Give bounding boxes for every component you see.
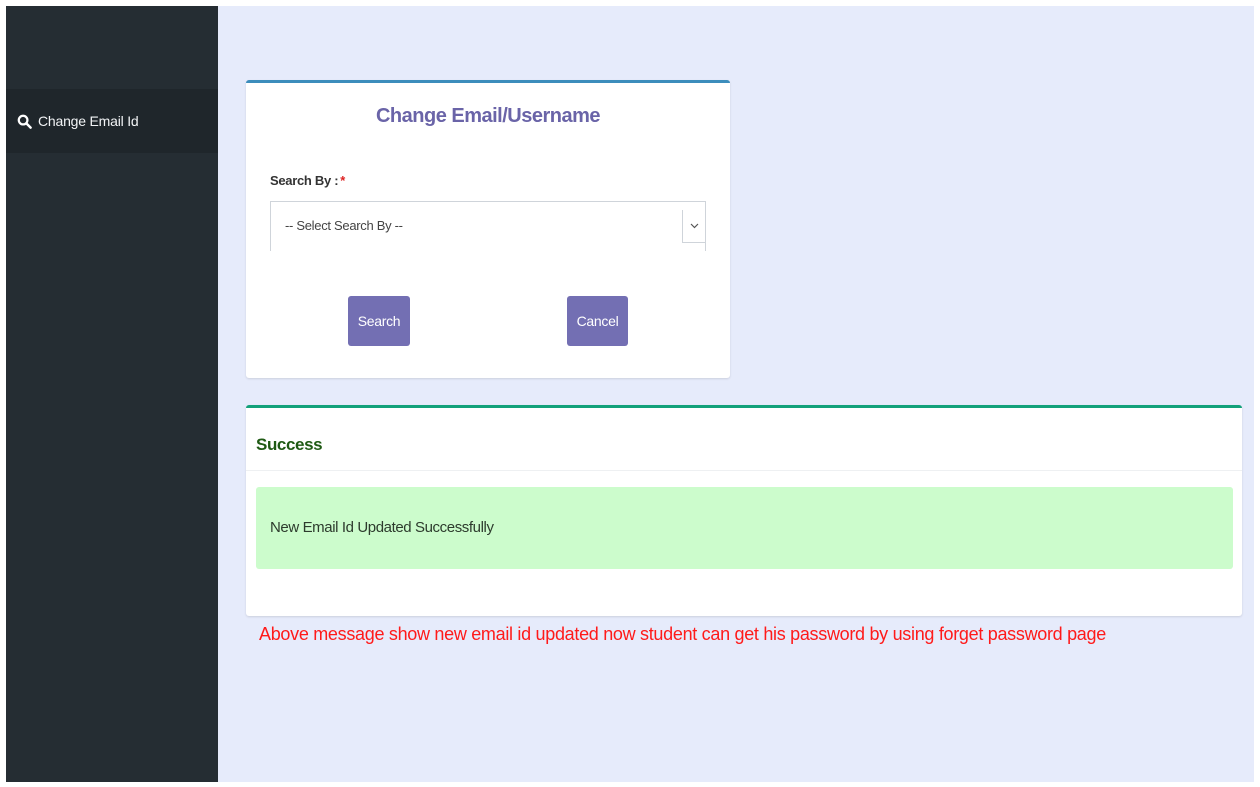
search-by-select[interactable]: -- Select Search By -- bbox=[270, 201, 706, 251]
annotation-note: Above message show new email id updated … bbox=[259, 624, 1106, 644]
success-card: Success New Email Id Updated Successfull… bbox=[246, 405, 1242, 616]
success-alert: New Email Id Updated Successfully bbox=[256, 487, 1233, 569]
sidebar-item-label: Change Email Id bbox=[38, 113, 139, 129]
cancel-button[interactable]: Cancel bbox=[567, 296, 628, 346]
search-button[interactable]: Search bbox=[348, 296, 410, 346]
search-by-label-text: Search By : bbox=[270, 173, 339, 188]
search-by-label: Search By : * bbox=[270, 173, 345, 188]
search-by-select-value: -- Select Search By -- bbox=[285, 218, 403, 233]
sidebar-item-change-email-id[interactable]: Change Email Id bbox=[6, 89, 218, 153]
required-mark: * bbox=[340, 173, 345, 188]
success-header: Success bbox=[246, 408, 1242, 471]
change-email-card: Change Email/Username Search By : * -- Se… bbox=[246, 80, 730, 378]
chevron-down-glyph bbox=[690, 223, 698, 229]
success-title: Success bbox=[256, 435, 323, 454]
chevron-down-icon[interactable] bbox=[682, 210, 705, 243]
card-title: Change Email/Username bbox=[375, 105, 601, 127]
success-message: New Email Id Updated Successfully bbox=[270, 519, 494, 536]
sidebar: Change Email Id bbox=[6, 6, 218, 782]
search-icon bbox=[17, 114, 32, 129]
